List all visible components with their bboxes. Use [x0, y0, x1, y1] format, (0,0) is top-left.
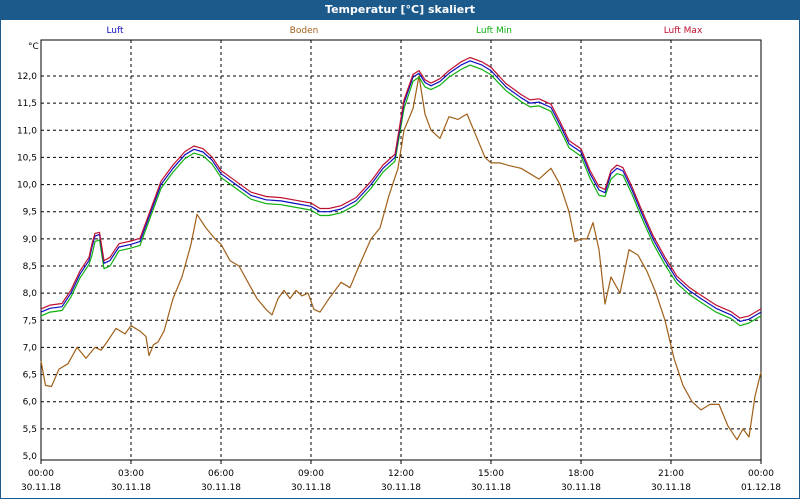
y-tick-label: 5,0	[23, 452, 38, 462]
x-tick-time: 15:00	[478, 469, 504, 479]
x-tick-time: 18:00	[568, 469, 594, 479]
x-tick-date: 30.11.18	[21, 483, 61, 493]
y-tick-label: 11,0	[17, 126, 37, 136]
chart-frame: Luft Boden Luft Min Luft Max °C 5,0 5,5 6,0 6,…	[0, 20, 800, 499]
y-tick-label: 5,5	[23, 425, 37, 435]
y-tick-label: 7,0	[23, 343, 38, 353]
y-tick-label: 8,0	[23, 289, 38, 299]
y-tick-label: 10,0	[17, 181, 37, 191]
x-tick-date: 30.11.18	[291, 483, 331, 493]
x-tick-date: 30.11.18	[201, 483, 241, 493]
x-tick-date: 01.12.18	[741, 483, 781, 493]
legend: Luft Boden Luft Min Luft Max	[106, 26, 703, 36]
legend-item: Luft	[106, 26, 124, 36]
temperature-chart: Luft Boden Luft Min Luft Max °C 5,0 5,5 6,0 6,…	[17, 26, 781, 493]
y-tick-label: 9,0	[23, 235, 38, 245]
y-tick-label: 11,5	[17, 99, 37, 109]
y-tick-label: 9,5	[23, 208, 37, 218]
x-tick-date: 30.11.18	[111, 483, 151, 493]
y-axis: 5,0 5,5 6,0 6,5 7,0 7,5 8,0 8,5 9,0 9,5 10,0 10,5 11…	[17, 72, 37, 462]
legend-item: Boden	[290, 26, 319, 36]
y-tick-label: 8,5	[23, 262, 37, 272]
grid	[41, 40, 761, 460]
y-tick-label: 6,0	[23, 398, 38, 408]
x-tick-time: 09:00	[298, 469, 324, 479]
x-tick-time: 03:00	[118, 469, 144, 479]
x-tick-date: 30.11.18	[471, 483, 511, 493]
y-tick-label: 10,5	[17, 153, 37, 163]
y-tick-label: 7,5	[23, 316, 37, 326]
x-tick-time: 00:00	[28, 469, 54, 479]
window-title: Temperatur [°C] skaliert	[0, 0, 800, 20]
y-axis-unit: °C	[28, 42, 39, 52]
x-tick-date: 30.11.18	[651, 483, 691, 493]
y-tick-label: 6,5	[23, 371, 37, 381]
x-tick-time: 06:00	[208, 469, 234, 479]
x-tick-date: 30.11.18	[561, 483, 601, 493]
x-axis: 00:00 30.11.18 03:00 30.11.18 06:00 30.11.18 0…	[21, 460, 781, 493]
x-tick-time: 12:00	[388, 469, 414, 479]
legend-item: Luft Min	[476, 26, 512, 36]
x-tick-date: 30.11.18	[381, 483, 421, 493]
x-tick-time: 21:00	[658, 469, 684, 479]
legend-item: Luft Max	[664, 26, 703, 36]
y-tick-label: 12,0	[17, 72, 37, 82]
x-tick-time: 00:00	[748, 469, 774, 479]
